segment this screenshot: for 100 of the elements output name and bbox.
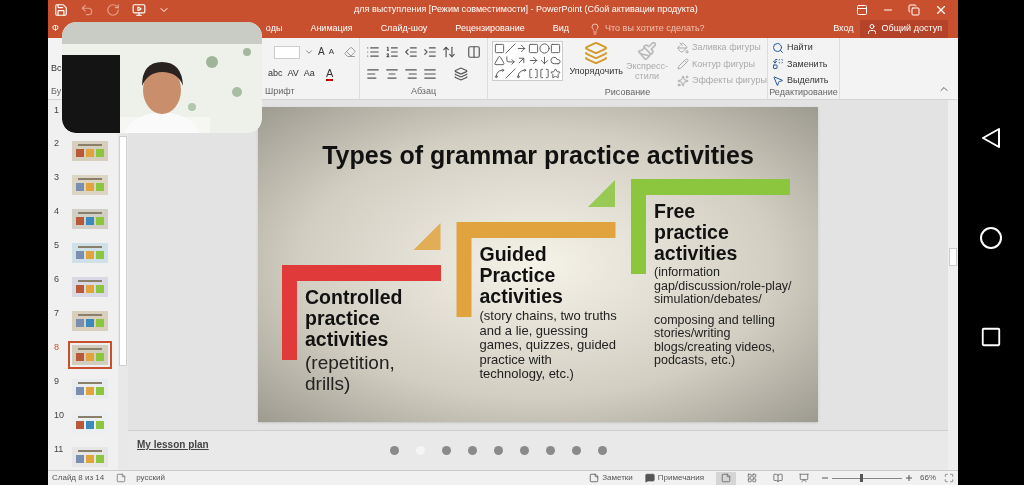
shape-icon[interactable]	[538, 55, 550, 67]
editing-button[interactable]: Выделить	[772, 74, 839, 88]
slide-thumbnail-item[interactable]: 7	[48, 307, 118, 334]
undo-icon[interactable]	[80, 3, 94, 17]
slide-number: 8	[53, 341, 60, 354]
change-case-button[interactable]: Aa	[303, 67, 315, 81]
slide-number: 7	[53, 307, 60, 320]
ribbon-tab[interactable]: Рецензирование	[449, 20, 531, 38]
format-icon	[677, 41, 689, 54]
slide-thumbnail-item[interactable]: 4	[48, 205, 118, 232]
caret-icon[interactable]	[304, 47, 314, 57]
save-icon[interactable]	[54, 3, 68, 17]
eraser-icon[interactable]	[344, 46, 356, 58]
shape-icon[interactable]	[505, 67, 517, 79]
slide-thumbnail-item[interactable]: 3	[48, 171, 118, 198]
indent-increase-icon[interactable]	[423, 45, 437, 59]
shape-icon[interactable]	[494, 67, 505, 79]
group-label: Шрифт	[264, 87, 296, 98]
shape-icon[interactable]	[538, 43, 550, 54]
slide-thumbnail-item[interactable]: 6	[48, 273, 118, 300]
shape-icon[interactable]	[527, 55, 539, 67]
shape-icon[interactable]	[516, 43, 528, 54]
shrink-font-button[interactable]: A	[328, 48, 334, 56]
align-left-icon[interactable]	[366, 67, 380, 81]
ribbon-tab[interactable]: Слайд-шоу	[374, 20, 434, 38]
ribbon-tab[interactable]: Ф	[52, 20, 59, 38]
shape-icon[interactable]	[550, 55, 562, 67]
ribbon-tab[interactable]: оды	[263, 20, 289, 38]
scrollbar-thumb[interactable]	[949, 248, 957, 266]
shape-icon[interactable]	[516, 67, 528, 79]
slide-thumbnail-item[interactable]: 5	[48, 239, 118, 266]
shape-icon[interactable]	[527, 67, 539, 79]
comments-button[interactable]: Примечания	[644, 472, 704, 484]
restore-icon[interactable]	[908, 4, 920, 16]
paste-button[interactable]: Вс	[51, 62, 62, 76]
shape-icon[interactable]	[550, 67, 562, 79]
back-icon[interactable]	[979, 126, 1003, 150]
sign-in-link[interactable]: Вход	[827, 22, 860, 36]
shape-icon[interactable]	[494, 43, 505, 54]
editing-button[interactable]: Найти	[772, 41, 839, 55]
shape-icon[interactable]	[527, 43, 539, 54]
grow-font-button[interactable]: A	[318, 47, 325, 57]
redo-icon[interactable]	[106, 3, 120, 17]
spellcheck-icon[interactable]	[116, 473, 127, 483]
editing-button[interactable]: Заменить	[772, 57, 839, 71]
shape-icon[interactable]	[505, 43, 517, 54]
window-title: для выступления [Режим совместимости] - PowerPoint (Сбой активации продукта)	[354, 3, 698, 17]
zoom-out-icon[interactable]	[822, 475, 828, 481]
shape-icon[interactable]	[550, 43, 562, 54]
share-button[interactable]: Общий доступ	[859, 20, 948, 38]
slide-thumbnail-item[interactable]: 10	[48, 409, 118, 436]
slide-number: 11	[53, 443, 65, 456]
arrange-button[interactable]: Упорядочить	[569, 65, 623, 79]
shapes-gallery[interactable]	[492, 41, 564, 81]
ribbon-tab[interactable]: Анимация	[304, 20, 359, 38]
home-icon[interactable]	[979, 226, 1003, 250]
fit-window-icon[interactable]	[944, 473, 954, 483]
ribbon-options-icon[interactable]	[856, 4, 868, 16]
shape-icon[interactable]	[494, 55, 505, 67]
zoom-in-icon[interactable]	[906, 475, 912, 481]
font-color-button[interactable]: A	[325, 67, 334, 81]
format-icon	[677, 74, 689, 87]
normal-view-button[interactable]	[716, 471, 736, 485]
slide-thumbnail-item[interactable]: 9	[48, 375, 118, 402]
shape-icon[interactable]	[538, 67, 550, 79]
brush-icon	[637, 41, 657, 61]
notes-button[interactable]: Заметки	[589, 472, 633, 484]
slide-thumbnail-item[interactable]: 11	[48, 443, 118, 470]
ribbon-tab[interactable]: Вид	[546, 20, 576, 38]
find-icon	[772, 41, 784, 54]
strikethrough-button[interactable]: abc	[268, 67, 283, 81]
columns-icon[interactable]	[467, 45, 481, 59]
spacing-button[interactable]: AV	[287, 67, 299, 81]
step-description: (information gap/discussion/role-play/ simulation/debates/	[654, 266, 793, 307]
shape-icon[interactable]	[505, 55, 517, 67]
align-center-icon[interactable]	[385, 67, 399, 81]
step-description: (repetition, drills)	[305, 352, 396, 394]
step-heading: Guided Practice activities	[479, 244, 564, 307]
close-icon[interactable]	[934, 3, 948, 17]
bullets-icon[interactable]	[366, 45, 380, 59]
zoom-thumb[interactable]	[860, 474, 863, 482]
justify-icon[interactable]	[423, 67, 437, 81]
line-spacing-icon[interactable]	[442, 45, 456, 59]
slide-thumbnail-item[interactable]: 2	[48, 137, 118, 164]
indent-decrease-icon[interactable]	[404, 45, 418, 59]
recent-apps-icon[interactable]	[980, 326, 1002, 348]
zoom-level: 66%	[920, 472, 936, 484]
align-right-icon[interactable]	[404, 67, 418, 81]
slide-number: 3	[53, 171, 60, 184]
scrollbar-thumb[interactable]	[119, 136, 127, 366]
zoom-slider[interactable]	[832, 474, 902, 482]
font-size-field[interactable]	[274, 45, 300, 59]
slide-number: 6	[53, 273, 60, 286]
text-direction-icon[interactable]	[454, 67, 468, 81]
slide-thumbnail	[72, 447, 108, 467]
slide-number: 9	[53, 375, 60, 388]
numbering-icon[interactable]	[385, 45, 399, 59]
presentation-icon[interactable]	[132, 3, 146, 17]
group-label: Рисование	[603, 87, 652, 99]
step-description: composing and telling stories/writing blogs/creating videos, podcasts, etc.)	[654, 313, 776, 368]
